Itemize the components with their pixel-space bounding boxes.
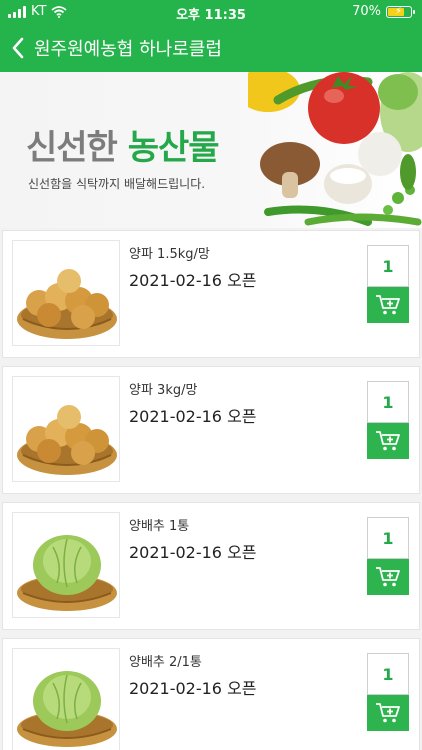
chevron-left-icon [12, 37, 24, 59]
status-bar: KT 오후 11:35 70% ⚡ [0, 0, 422, 24]
product-name: 양배추 2/1통 [129, 655, 202, 670]
onion-basket-icon [17, 269, 117, 339]
product-card[interactable]: 양배추 2/1통 2021-02-16 오픈 1 [2, 638, 420, 750]
product-image [12, 240, 120, 346]
quantity-field[interactable]: 1 [367, 245, 409, 287]
promo-banner: 신선한 농산물 신선함을 식탁까지 배달해드립니다. [0, 72, 422, 228]
cabbage-basket-icon [17, 671, 117, 747]
product-card[interactable]: 양배추 1통 2021-02-16 오픈 1 [2, 502, 420, 630]
product-name: 양파 3kg/망 [129, 383, 198, 398]
product-date: 2021-02-16 오픈 [129, 271, 257, 290]
cart-add-icon [376, 431, 400, 451]
product-image [12, 648, 120, 750]
quantity-field[interactable]: 1 [367, 517, 409, 559]
banner-title: 신선한 농산물 [26, 120, 220, 169]
quantity-field[interactable]: 1 [367, 653, 409, 695]
product-image [12, 512, 120, 618]
onion-basket-icon [17, 405, 117, 475]
product-name: 양배추 1통 [129, 519, 190, 534]
product-name: 양파 1.5kg/망 [129, 247, 210, 262]
quantity-field[interactable]: 1 [367, 381, 409, 423]
banner-title-part1: 신선한 [26, 128, 118, 168]
cabbage-basket-icon [17, 535, 117, 611]
app-header: KT 오후 11:35 70% ⚡ 원주원예농협 하나로클럽 [0, 0, 422, 72]
cart-add-icon [376, 567, 400, 587]
banner-title-part2: 농산물 [127, 128, 220, 168]
status-right: 70% ⚡ [352, 4, 415, 19]
page-title: 원주원예농협 하나로클럽 [34, 39, 222, 60]
product-date: 2021-02-16 오픈 [129, 407, 257, 426]
product-date: 2021-02-16 오픈 [129, 543, 257, 562]
battery-icon: ⚡ [386, 5, 415, 18]
vegetables-image [248, 72, 422, 226]
add-to-cart-button[interactable] [367, 695, 409, 731]
product-image [12, 376, 120, 482]
cart-add-icon [376, 703, 400, 723]
product-card[interactable]: 양파 1.5kg/망 2021-02-16 오픈 1 [2, 230, 420, 358]
add-to-cart-button[interactable] [367, 559, 409, 595]
product-date: 2021-02-16 오픈 [129, 679, 257, 698]
back-button[interactable] [4, 31, 32, 65]
product-card[interactable]: 양파 3kg/망 2021-02-16 오픈 1 [2, 366, 420, 494]
add-to-cart-button[interactable] [367, 287, 409, 323]
cart-add-icon [376, 295, 400, 315]
banner-subtitle: 신선함을 식탁까지 배달해드립니다. [28, 177, 206, 191]
nav-bar: 원주원예농협 하나로클럽 [0, 28, 422, 68]
add-to-cart-button[interactable] [367, 423, 409, 459]
battery-percent: 70% [352, 4, 381, 19]
